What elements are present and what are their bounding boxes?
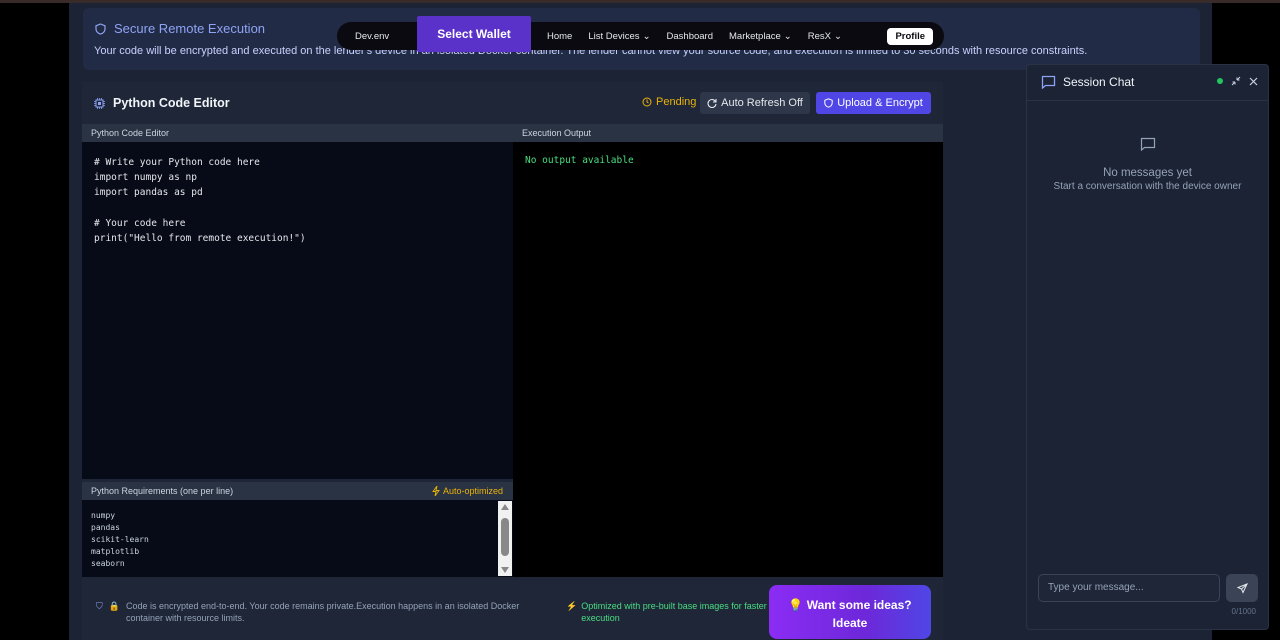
code-editor-panel: Python Code Editor Pending Auto Refresh … (82, 82, 943, 640)
top-navbar: Dev.env Select Wallet Home List Devices ⌄… (337, 16, 944, 52)
requirement-line: pandas (91, 523, 120, 532)
message-input[interactable]: Type your message... (1038, 574, 1220, 602)
ideate-label: Ideate (832, 616, 868, 630)
online-status-dot (1217, 78, 1223, 84)
select-wallet-button[interactable]: Select Wallet (417, 16, 531, 52)
nav-marketplace-label: Marketplace (729, 30, 781, 42)
execution-output-label: Execution Output (513, 124, 943, 142)
encryption-note-text: Code is encrypted end-to-end. Your code … (125, 601, 520, 623)
send-button[interactable] (1226, 574, 1258, 602)
notice-title-text: Secure Remote Execution (114, 21, 266, 36)
auto-refresh-button[interactable]: Auto Refresh Off (700, 92, 810, 114)
code-input[interactable]: # Write your Python code here import num… (82, 142, 513, 479)
session-chat-panel: Session Chat No messages yet Start a con… (1026, 64, 1269, 630)
requirements-label-text: Python Requirements (one per line) (91, 486, 234, 496)
editor-title: Python Code Editor (94, 96, 230, 110)
requirement-line: numpy (91, 511, 116, 520)
nav-list-devices-label: List Devices (588, 30, 640, 42)
status-text: Pending (656, 96, 697, 108)
upload-encrypt-label: Upload & Encrypt (837, 97, 923, 109)
chat-empty-state: No messages yet Start a conversation wit… (1027, 137, 1268, 192)
nav-marketplace[interactable]: Marketplace ⌄ (729, 31, 792, 42)
requirement-line: scikit-learn (91, 535, 149, 544)
lightbulb-icon: 💡 (788, 598, 804, 612)
requirement-line: matplotlib (91, 547, 140, 556)
chevron-down-icon: ⌄ (783, 30, 792, 42)
code-editor-label: Python Code Editor (82, 124, 513, 142)
scroll-down-arrow-icon[interactable] (501, 567, 509, 573)
chat-bubble-icon (1140, 137, 1155, 152)
editor-title-text: Python Code Editor (113, 96, 230, 110)
shield-icon (95, 22, 106, 35)
auto-refresh-label: Auto Refresh Off (721, 97, 803, 109)
chevron-down-icon: ⌄ (642, 30, 651, 42)
requirement-line: seaborn (91, 559, 125, 568)
nav-resx-label: ResX (807, 30, 831, 42)
ideas-line: 💡 Want some ideas? (769, 596, 931, 614)
chat-header: Session Chat (1027, 65, 1268, 101)
close-icon[interactable] (1249, 77, 1258, 86)
requirements-scrollbar[interactable] (498, 501, 512, 576)
requirements-label: Python Requirements (one per line) Auto-… (82, 482, 513, 500)
scroll-up-arrow-icon[interactable] (501, 504, 509, 510)
nav-dashboard-label: Dashboard (666, 30, 714, 42)
chat-controls (1217, 76, 1258, 86)
brand-link[interactable]: Dev.env (355, 31, 417, 42)
encryption-note: ⛉ 🔒 Code is encrypted end-to-end. Your c… (96, 600, 546, 624)
chevron-down-icon: ⌄ (833, 30, 842, 42)
clock-icon (642, 97, 652, 107)
upload-encrypt-button[interactable]: Upload & Encrypt (816, 92, 931, 114)
ideate-button[interactable]: 💡 Want some ideas? Ideate (769, 585, 931, 639)
auto-optimized-badge: Auto-optimized (432, 486, 503, 496)
nav-home[interactable]: Home (547, 31, 572, 42)
character-count: 0/1000 (1231, 607, 1256, 616)
optimized-note-text: Optimized with pre-built base images for… (581, 601, 767, 623)
requirements-input[interactable]: numpy pandas scikit-learn matplotlib sea… (82, 500, 513, 577)
nav-list-devices[interactable]: List Devices ⌄ (588, 31, 650, 42)
optimized-note: ⚡ Optimized with pre-built base images f… (566, 600, 771, 624)
scroll-thumb[interactable] (501, 518, 509, 556)
lock-icon: 🔒 (108, 601, 120, 611)
chip-icon (94, 97, 105, 109)
refresh-icon (707, 98, 717, 108)
chat-title-text: Session Chat (1063, 75, 1135, 89)
nav-home-label: Home (547, 30, 573, 42)
chat-title: Session Chat (1041, 75, 1134, 89)
auto-optimized-text: Auto-optimized (442, 486, 503, 496)
notice-title: Secure Remote Execution (95, 21, 265, 36)
nav-dashboard[interactable]: Dashboard (667, 31, 713, 42)
status-badge: Pending (642, 96, 696, 108)
editor-header: Python Code Editor Pending Auto Refresh … (82, 82, 943, 124)
lightning-icon: ⚡ (566, 601, 578, 611)
shield-icon: ⛉ (96, 601, 103, 611)
ideas-text: Want some ideas? (806, 598, 912, 612)
empty-title: No messages yet (1103, 167, 1192, 179)
execution-output: No output available (513, 142, 943, 577)
profile-button[interactable]: Profile (887, 27, 933, 45)
minimize-icon[interactable] (1231, 76, 1241, 86)
chat-bubble-icon (1041, 75, 1056, 89)
shield-icon (824, 98, 833, 108)
nav-resx[interactable]: ResX ⌄ (808, 31, 842, 42)
send-icon (1236, 582, 1248, 594)
lightning-icon (432, 486, 440, 496)
empty-subtitle: Start a conversation with the device own… (1053, 181, 1242, 192)
